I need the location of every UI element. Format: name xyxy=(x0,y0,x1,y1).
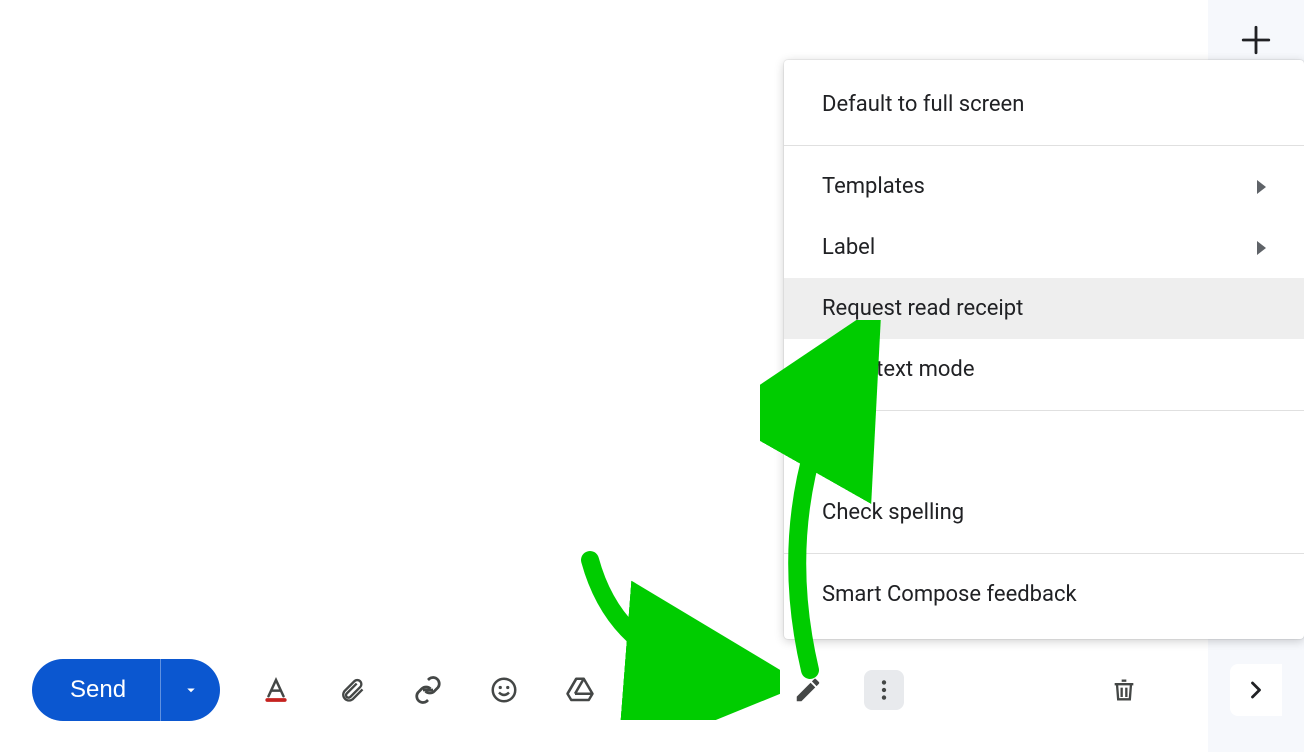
menu-item-label: Templates xyxy=(822,174,925,199)
send-options-button[interactable] xyxy=(160,659,220,721)
send-button[interactable]: Send xyxy=(32,659,160,721)
chevron-right-icon xyxy=(1257,180,1266,194)
menu-separator xyxy=(784,553,1304,554)
menu-item[interactable]: Plain text mode xyxy=(784,339,1304,400)
menu-item-label: Request read receipt xyxy=(822,296,1023,321)
signature-button[interactable] xyxy=(788,670,828,710)
menu-separator xyxy=(784,145,1304,146)
formatting-options-button[interactable] xyxy=(256,670,296,710)
compose-toolbar xyxy=(256,670,904,710)
insert-link-button[interactable] xyxy=(408,670,448,710)
menu-item[interactable]: Label xyxy=(784,217,1304,278)
more-options-menu: Default to full screen Templates Label Requ… xyxy=(784,60,1304,639)
menu-item[interactable]: Print xyxy=(784,421,1304,482)
menu-item-label: Print xyxy=(822,439,868,464)
discard-draft-button[interactable] xyxy=(1104,670,1144,710)
insert-emoji-button[interactable] xyxy=(484,670,524,710)
expand-side-panel-button[interactable] xyxy=(1230,664,1282,716)
insert-drive-file-button[interactable] xyxy=(560,670,600,710)
menu-item[interactable]: Default to full screen xyxy=(784,74,1304,135)
menu-separator xyxy=(784,410,1304,411)
menu-item-label: Plain text mode xyxy=(822,357,975,382)
confidential-mode-button[interactable] xyxy=(712,670,752,710)
compose-footer: Send xyxy=(0,654,1188,726)
menu-item-label: Check spelling xyxy=(822,500,964,525)
menu-item-label: Label xyxy=(822,235,875,260)
add-addon-button[interactable] xyxy=(1230,14,1282,66)
menu-item-label: Smart Compose feedback xyxy=(822,582,1077,607)
menu-item-label: Default to full screen xyxy=(822,92,1024,117)
more-options-button[interactable] xyxy=(864,670,904,710)
insert-photo-button[interactable] xyxy=(636,670,676,710)
chevron-right-icon xyxy=(1257,241,1266,255)
menu-item[interactable]: Templates xyxy=(784,156,1304,217)
menu-item[interactable]: Check spelling xyxy=(784,482,1304,543)
send-button-group: Send xyxy=(32,659,220,721)
menu-item[interactable]: Smart Compose feedback xyxy=(784,564,1304,625)
attach-file-button[interactable] xyxy=(332,670,372,710)
menu-item[interactable]: Request read receipt xyxy=(784,278,1304,339)
